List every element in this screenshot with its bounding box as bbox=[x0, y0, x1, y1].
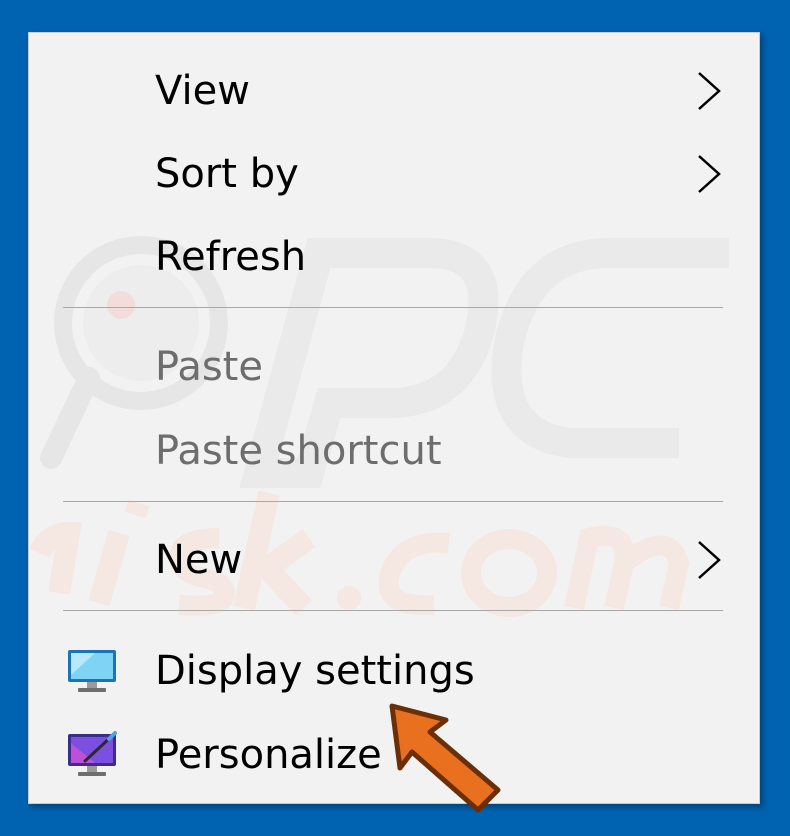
menu-item-refresh[interactable]: Refresh bbox=[29, 217, 759, 297]
chevron-right-icon bbox=[698, 541, 721, 579]
menu-item-label: Sort by bbox=[155, 151, 299, 197]
menu-item-paste-shortcut[interactable]: Paste shortcut bbox=[29, 411, 759, 491]
personalize-icon bbox=[68, 731, 117, 776]
menu-item-view[interactable]: View bbox=[29, 51, 759, 131]
menu-item-new[interactable]: New bbox=[29, 520, 759, 600]
menu-item-label: Paste shortcut bbox=[155, 428, 442, 474]
context-menu: View Sort by Refresh Paste Paste shortcu… bbox=[28, 32, 760, 804]
menu-item-sort-by[interactable]: Sort by bbox=[29, 134, 759, 214]
menu-item-label: Personalize bbox=[155, 732, 382, 778]
pointer-arrow-icon bbox=[389, 703, 501, 813]
menu-separator bbox=[63, 307, 723, 308]
menu-item-label: Refresh bbox=[155, 234, 307, 280]
chevron-right-icon bbox=[698, 155, 721, 193]
menu-separator bbox=[63, 610, 723, 611]
chevron-right-icon bbox=[698, 72, 721, 110]
menu-item-label: New bbox=[155, 537, 243, 583]
menu-item-paste[interactable]: Paste bbox=[29, 327, 759, 407]
monitor-icon bbox=[68, 650, 116, 692]
menu-item-label: Paste bbox=[155, 344, 263, 390]
menu-separator bbox=[63, 501, 723, 502]
menu-item-label: View bbox=[155, 68, 250, 114]
